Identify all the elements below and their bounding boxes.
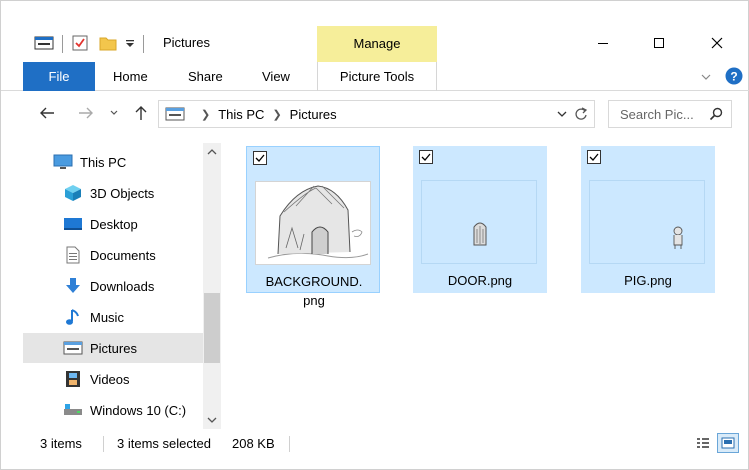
film-icon bbox=[63, 369, 83, 389]
file-item-background[interactable]: BACKGROUND.png bbox=[246, 146, 380, 308]
forward-arrow-icon[interactable] bbox=[76, 102, 96, 124]
window-title: Pictures bbox=[163, 35, 210, 50]
tab-share[interactable]: Share bbox=[188, 62, 223, 91]
status-divider bbox=[103, 436, 104, 452]
toolbar-divider bbox=[143, 35, 144, 53]
file-name: PIG.png bbox=[624, 273, 672, 288]
sidebar-item-music[interactable]: Music bbox=[23, 302, 203, 332]
help-icon[interactable]: ? bbox=[725, 62, 743, 91]
sidebar-item-label: Downloads bbox=[90, 278, 155, 294]
background-thumbnail bbox=[255, 181, 371, 265]
customize-toolbar-icon[interactable] bbox=[125, 37, 135, 52]
sidebar-item-3d-objects[interactable]: 3D Objects bbox=[23, 178, 203, 208]
music-note-icon bbox=[63, 307, 83, 327]
large-icons-view-icon[interactable] bbox=[717, 433, 739, 453]
sidebar-item-pictures[interactable]: Pictures bbox=[23, 333, 203, 363]
ribbon-tabs: File Home Share View Picture Tools ? bbox=[1, 62, 749, 91]
title-bar: Pictures Manage bbox=[1, 26, 749, 62]
scroll-up-arrow-icon[interactable] bbox=[203, 143, 221, 161]
address-bar[interactable]: ❯ This PC ❯ Pictures bbox=[158, 100, 595, 128]
tab-picture-tools[interactable]: Picture Tools bbox=[317, 62, 437, 91]
navigation-bar: ❯ This PC ❯ Pictures Search Pic... bbox=[1, 98, 749, 130]
sidebar-item-label: 3D Objects bbox=[90, 185, 155, 201]
tab-manage[interactable]: Manage bbox=[317, 26, 437, 62]
door-thumbnail bbox=[421, 180, 537, 264]
item-checkbox[interactable] bbox=[253, 151, 267, 165]
file-list: BACKGROUND.png DOOR.png PIG.png bbox=[231, 136, 741, 426]
drive-icon bbox=[63, 400, 83, 420]
pictures-location-icon bbox=[165, 107, 185, 121]
breadcrumb-this-pc[interactable]: This PC bbox=[218, 107, 264, 122]
close-button[interactable] bbox=[694, 26, 740, 60]
properties-icon[interactable] bbox=[71, 34, 89, 55]
recent-locations-chevron-icon[interactable] bbox=[107, 102, 121, 124]
selection-size: 208 KB bbox=[232, 436, 275, 451]
sidebar-item-documents[interactable]: Documents bbox=[23, 240, 203, 270]
breadcrumb-chevron-icon[interactable]: ❯ bbox=[201, 108, 210, 121]
scroll-down-arrow-icon[interactable] bbox=[203, 411, 221, 429]
toolbar-divider bbox=[62, 35, 63, 53]
navigation-scrollbar[interactable] bbox=[203, 143, 221, 429]
item-count: 3 items bbox=[40, 436, 82, 451]
sidebar-item-label: Pictures bbox=[90, 340, 137, 356]
sidebar-item-label: Music bbox=[90, 309, 124, 325]
scroll-thumb[interactable] bbox=[204, 293, 220, 363]
status-bar: 3 items 3 items selected 208 KB bbox=[1, 433, 749, 455]
search-placeholder: Search Pic... bbox=[620, 106, 694, 122]
pig-thumbnail bbox=[589, 180, 705, 264]
back-arrow-icon[interactable] bbox=[37, 102, 57, 124]
desktop-icon bbox=[63, 214, 83, 234]
selection-count: 3 items selected bbox=[117, 436, 211, 451]
search-icon[interactable] bbox=[709, 107, 723, 121]
new-folder-icon[interactable] bbox=[99, 35, 117, 54]
sidebar-item-videos[interactable]: Videos bbox=[23, 364, 203, 394]
sidebar-item-label: Windows 10 (C:) bbox=[90, 402, 187, 418]
status-divider bbox=[289, 436, 290, 452]
item-checkbox[interactable] bbox=[419, 150, 433, 164]
file-explorer-window: Pictures Manage File Home Share View Pic… bbox=[0, 0, 749, 470]
computer-icon bbox=[53, 152, 73, 172]
sidebar-item-label: Videos bbox=[90, 371, 130, 387]
window-menu-icon[interactable] bbox=[34, 35, 54, 54]
minimize-button[interactable] bbox=[580, 26, 626, 60]
file-item-pig[interactable]: PIG.png bbox=[581, 146, 715, 293]
breadcrumb-chevron-icon[interactable]: ❯ bbox=[272, 108, 281, 121]
sidebar-item-label: Documents bbox=[90, 247, 156, 263]
svg-text:?: ? bbox=[730, 70, 737, 84]
download-arrow-icon bbox=[63, 276, 83, 296]
sidebar-item-this-pc[interactable]: This PC bbox=[23, 147, 203, 177]
sidebar-item-desktop[interactable]: Desktop bbox=[23, 209, 203, 239]
tab-home[interactable]: Home bbox=[113, 62, 148, 91]
pictures-icon bbox=[63, 338, 83, 358]
file-item-door[interactable]: DOOR.png bbox=[413, 146, 547, 293]
sidebar-item-downloads[interactable]: Downloads bbox=[23, 271, 203, 301]
sidebar-item-windows-drive[interactable]: Windows 10 (C:) bbox=[23, 395, 203, 425]
address-history-chevron-icon[interactable] bbox=[556, 108, 568, 120]
details-view-icon[interactable] bbox=[692, 433, 714, 453]
quick-access-toolbar bbox=[34, 34, 152, 54]
up-arrow-icon[interactable] bbox=[131, 102, 151, 124]
search-input[interactable]: Search Pic... bbox=[608, 100, 732, 128]
tab-view[interactable]: View bbox=[262, 62, 290, 91]
cube-icon bbox=[63, 183, 83, 203]
file-name: DOOR.png bbox=[447, 273, 513, 288]
tab-file[interactable]: File bbox=[23, 62, 95, 91]
expand-ribbon-button[interactable] bbox=[700, 62, 712, 91]
sidebar-item-label: Desktop bbox=[90, 216, 138, 232]
navigation-pane: This PC 3D Objects Desktop Documents Dow… bbox=[23, 143, 221, 429]
refresh-icon[interactable] bbox=[574, 107, 588, 121]
document-icon bbox=[63, 245, 83, 265]
sidebar-item-label: This PC bbox=[80, 154, 127, 170]
breadcrumb-pictures[interactable]: Pictures bbox=[290, 107, 337, 122]
maximize-button[interactable] bbox=[636, 26, 682, 60]
file-name: BACKGROUND.png bbox=[265, 274, 363, 308]
item-checkbox[interactable] bbox=[587, 150, 601, 164]
